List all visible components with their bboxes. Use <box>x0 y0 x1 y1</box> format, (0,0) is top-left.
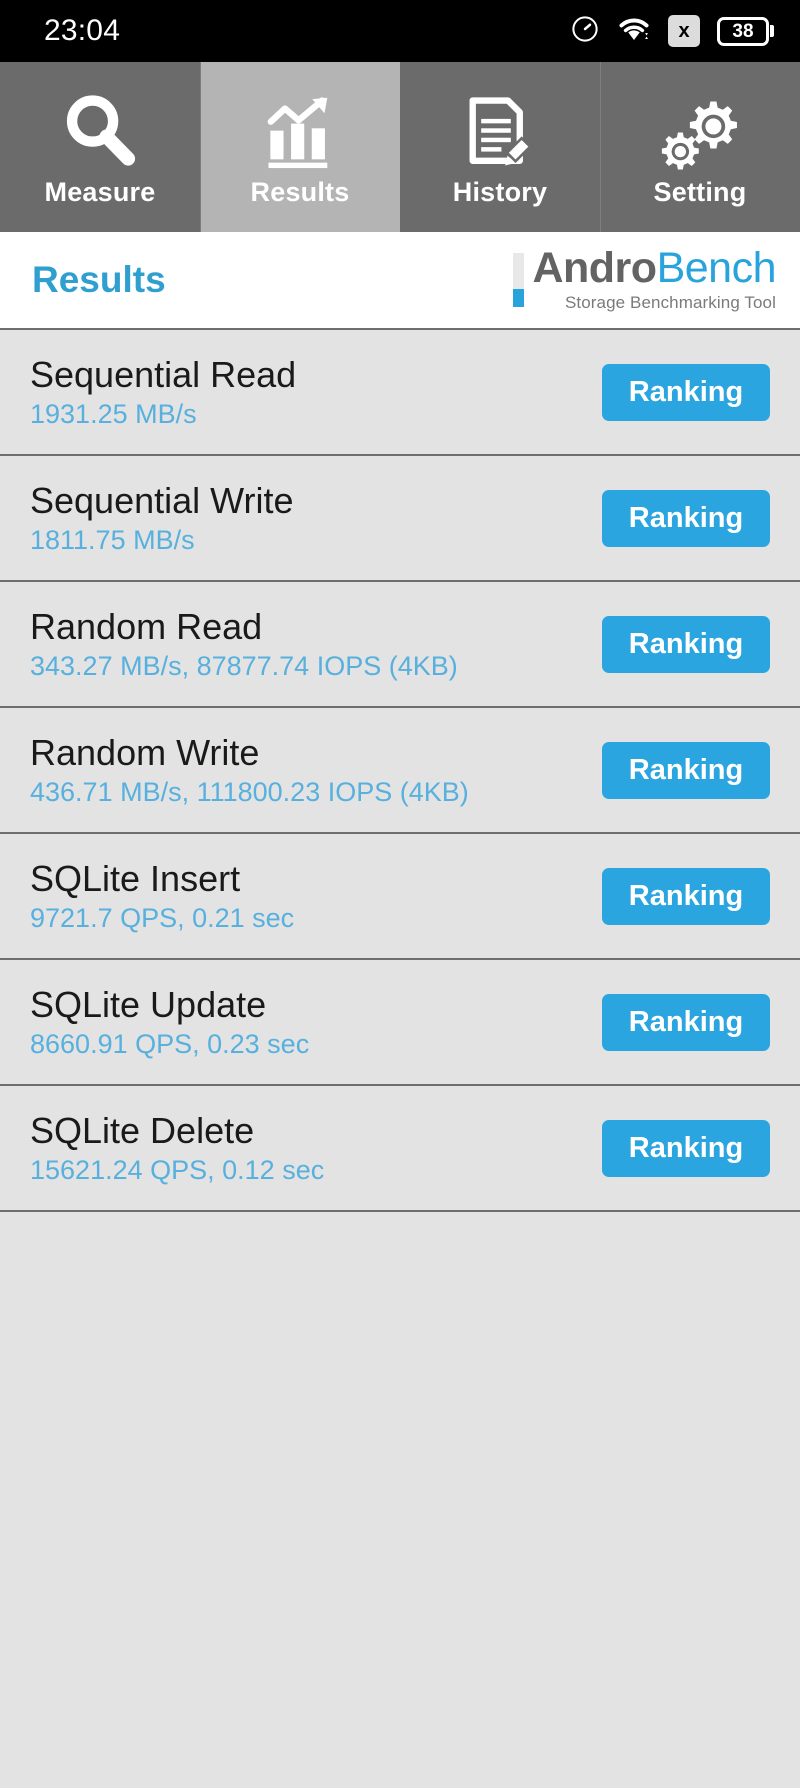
gears-icon <box>658 87 742 173</box>
battery-icon: 38 <box>717 16 774 46</box>
tab-measure-label: Measure <box>44 176 156 207</box>
logo-accent-bar <box>513 253 525 307</box>
tab-history[interactable]: History <box>400 62 600 232</box>
sim-x-icon: x <box>668 15 700 47</box>
table-row[interactable]: Sequential Write 1811.75 MB/s Ranking <box>0 454 800 580</box>
page-header: Results AndroBench Storage Benchmarking … <box>0 232 800 328</box>
row-title: Sequential Read <box>30 353 297 395</box>
status-bar: 23:04 x 38 <box>0 0 800 62</box>
logo-bar-bottom <box>513 289 525 307</box>
row-texts: SQLite Insert 9721.7 QPS, 0.21 sec <box>30 860 294 932</box>
ranking-button[interactable]: Ranking <box>602 993 770 1051</box>
row-texts: SQLite Delete 15621.24 QPS, 0.12 sec <box>30 1112 324 1184</box>
ranking-button[interactable]: Ranking <box>602 1119 770 1177</box>
row-texts: Random Write 436.71 MB/s, 111800.23 IOPS… <box>30 734 469 806</box>
androbench-logo: AndroBench Storage Benchmarking Tool <box>513 247 777 313</box>
logo-text: AndroBench Storage Benchmarking Tool <box>532 247 776 313</box>
logo-bar-top <box>513 253 525 289</box>
ranking-button[interactable]: Ranking <box>602 615 770 673</box>
row-texts: Random Read 343.27 MB/s, 87877.74 IOPS (… <box>30 608 458 680</box>
table-row[interactable]: SQLite Insert 9721.7 QPS, 0.21 sec Ranki… <box>0 832 800 958</box>
row-title: Sequential Write <box>30 479 294 521</box>
row-texts: SQLite Update 8660.91 QPS, 0.23 sec <box>30 986 309 1058</box>
table-row[interactable]: Sequential Read 1931.25 MB/s Ranking <box>0 328 800 454</box>
row-value: 8660.91 QPS, 0.23 sec <box>30 1028 310 1059</box>
row-value: 343.27 MB/s, 87877.74 IOPS (4KB) <box>30 650 458 681</box>
wifi-icon <box>617 14 651 49</box>
ranking-button[interactable]: Ranking <box>602 741 770 799</box>
row-title: Random Write <box>30 731 260 773</box>
table-row[interactable]: SQLite Delete 15621.24 QPS, 0.12 sec Ran… <box>0 1084 800 1210</box>
status-clock: 23:04 <box>44 14 121 47</box>
ranking-button[interactable]: Ranking <box>602 363 770 421</box>
logo-word-bench: Bench <box>656 244 777 292</box>
table-row[interactable]: Random Write 436.71 MB/s, 111800.23 IOPS… <box>0 706 800 832</box>
battery-level: 38 <box>732 20 754 42</box>
row-value: 436.71 MB/s, 111800.23 IOPS (4KB) <box>30 776 469 807</box>
app-window: 23:04 x 38 Measure Results History Setti… <box>0 0 800 1788</box>
speedometer-icon <box>570 14 600 49</box>
tab-measure[interactable]: Measure <box>0 62 200 232</box>
table-row[interactable]: SQLite Update 8660.91 QPS, 0.23 sec Rank… <box>0 958 800 1084</box>
row-value: 9721.7 QPS, 0.21 sec <box>30 902 295 933</box>
table-row[interactable]: Random Read 343.27 MB/s, 87877.74 IOPS (… <box>0 580 800 706</box>
tab-setting-label: Setting <box>653 176 747 207</box>
logo-tagline: Storage Benchmarking Tool <box>564 293 776 312</box>
document-pencil-icon <box>459 87 541 173</box>
tab-results[interactable]: Results <box>200 62 400 232</box>
logo-wordmark: AndroBench <box>532 247 776 290</box>
row-texts: Sequential Read 1931.25 MB/s <box>30 356 296 428</box>
main-tab-bar: Measure Results History Setting <box>0 62 800 232</box>
magnifier-icon <box>57 87 143 173</box>
tab-setting[interactable]: Setting <box>600 62 800 232</box>
row-texts: Sequential Write 1811.75 MB/s <box>30 482 293 554</box>
status-icons: x 38 <box>570 14 774 49</box>
row-title: SQLite Update <box>30 983 267 1025</box>
row-value: 15621.24 QPS, 0.12 sec <box>30 1154 325 1185</box>
ranking-button[interactable]: Ranking <box>602 489 770 547</box>
logo-word-andro: Andro <box>532 244 657 292</box>
battery-cap <box>770 25 774 37</box>
row-value: 1931.25 MB/s <box>30 398 197 429</box>
row-title: SQLite Delete <box>30 1109 255 1151</box>
row-title: SQLite Insert <box>30 857 241 899</box>
bar-chart-trend-icon <box>259 87 341 173</box>
tab-results-label: Results <box>250 176 350 207</box>
results-list: Sequential Read 1931.25 MB/s Ranking Seq… <box>0 328 800 1788</box>
page-title: Results <box>32 259 166 300</box>
row-title: Random Read <box>30 605 263 647</box>
ranking-button[interactable]: Ranking <box>602 867 770 925</box>
tab-history-label: History <box>452 176 548 207</box>
list-empty-space <box>0 1210 800 1212</box>
row-value: 1811.75 MB/s <box>30 524 195 555</box>
